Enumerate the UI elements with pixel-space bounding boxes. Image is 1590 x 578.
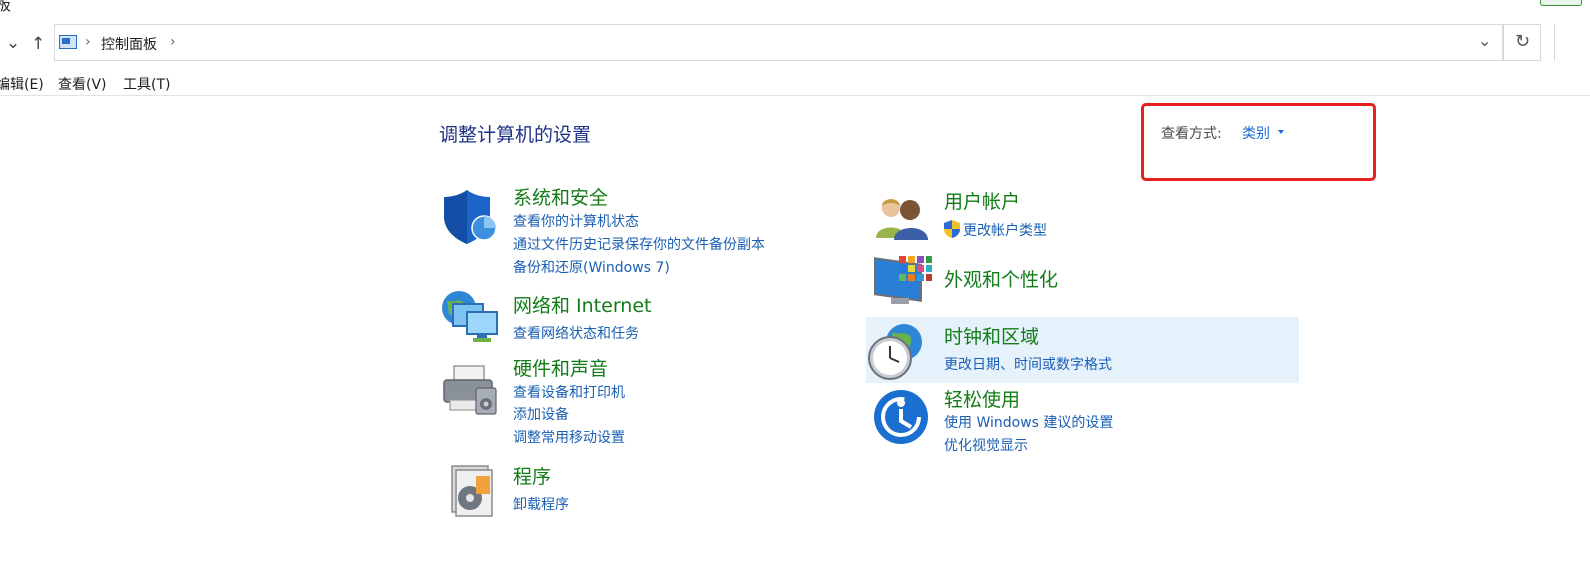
link-backup-restore-win7[interactable]: 备份和还原(Windows 7) — [513, 257, 670, 277]
menu-divider — [0, 95, 1590, 96]
category-title-network-internet[interactable]: 网络和 Internet — [513, 291, 651, 318]
address-bar[interactable] — [54, 24, 1503, 61]
menu-edit[interactable]: 编辑(E) — [0, 74, 44, 94]
link-check-computer-status[interactable]: 查看你的计算机状态 — [513, 211, 639, 231]
uac-shield-icon — [944, 220, 960, 238]
window-title-fragment: 板 — [0, 0, 12, 14]
link-network-status-tasks[interactable]: 查看网络状态和任务 — [513, 323, 639, 343]
link-add-device[interactable]: 添加设备 — [513, 404, 569, 424]
up-button[interactable]: ↑ — [31, 34, 45, 54]
address-dropdown-icon[interactable]: ⌄ — [1478, 31, 1491, 50]
menu-tools[interactable]: 工具(T) — [123, 74, 170, 94]
annotation-highlight-box — [1141, 103, 1376, 181]
clock-globe-icon[interactable] — [868, 322, 930, 382]
category-title-system-security[interactable]: 系统和安全 — [513, 183, 608, 210]
control-panel-icon — [59, 35, 77, 49]
link-change-date-time-format[interactable]: 更改日期、时间或数字格式 — [944, 354, 1112, 374]
recent-locations-dropdown[interactable]: ⌄ — [6, 33, 20, 53]
search-box-edge[interactable] — [1554, 24, 1590, 61]
page-title: 调整计算机的设置 — [439, 124, 592, 146]
category-title-appearance[interactable]: 外观和个性化 — [944, 265, 1058, 292]
shield-icon[interactable] — [441, 188, 499, 246]
printer-icon[interactable] — [440, 362, 500, 420]
link-file-history-backup[interactable]: 通过文件历史记录保存你的文件备份副本 — [513, 234, 765, 254]
category-title-clock-region[interactable]: 时钟和区域 — [944, 322, 1039, 349]
appearance-icon[interactable] — [873, 254, 933, 310]
users-icon[interactable] — [874, 192, 930, 242]
category-title-user-accounts[interactable]: 用户帐户 — [944, 187, 1020, 214]
link-windows-recommended-settings[interactable]: 使用 Windows 建议的设置 — [944, 412, 1113, 432]
link-devices-printers[interactable]: 查看设备和打印机 — [513, 382, 625, 402]
programs-icon[interactable] — [446, 462, 498, 518]
breadcrumb-control-panel[interactable]: 控制面板 — [101, 34, 157, 54]
network-icon[interactable] — [439, 290, 501, 348]
link-uninstall-program[interactable]: 卸载程序 — [513, 494, 569, 514]
link-change-account-type[interactable]: 更改帐户类型 — [963, 220, 1047, 240]
category-title-programs[interactable]: 程序 — [513, 462, 551, 489]
corner-tab — [1540, 0, 1582, 6]
category-title-hardware-sound[interactable]: 硬件和声音 — [513, 354, 608, 381]
breadcrumb-separator-icon[interactable]: › — [85, 34, 91, 50]
menu-view[interactable]: 查看(V) — [58, 74, 107, 94]
ease-of-access-icon[interactable] — [873, 389, 931, 447]
link-mobility-settings[interactable]: 调整常用移动设置 — [513, 427, 625, 447]
link-optimize-visual-display[interactable]: 优化视觉显示 — [944, 435, 1028, 455]
refresh-icon[interactable]: ↻ — [1515, 31, 1530, 52]
category-title-ease-of-access[interactable]: 轻松使用 — [944, 385, 1020, 412]
breadcrumb-separator-icon[interactable]: › — [170, 34, 176, 50]
